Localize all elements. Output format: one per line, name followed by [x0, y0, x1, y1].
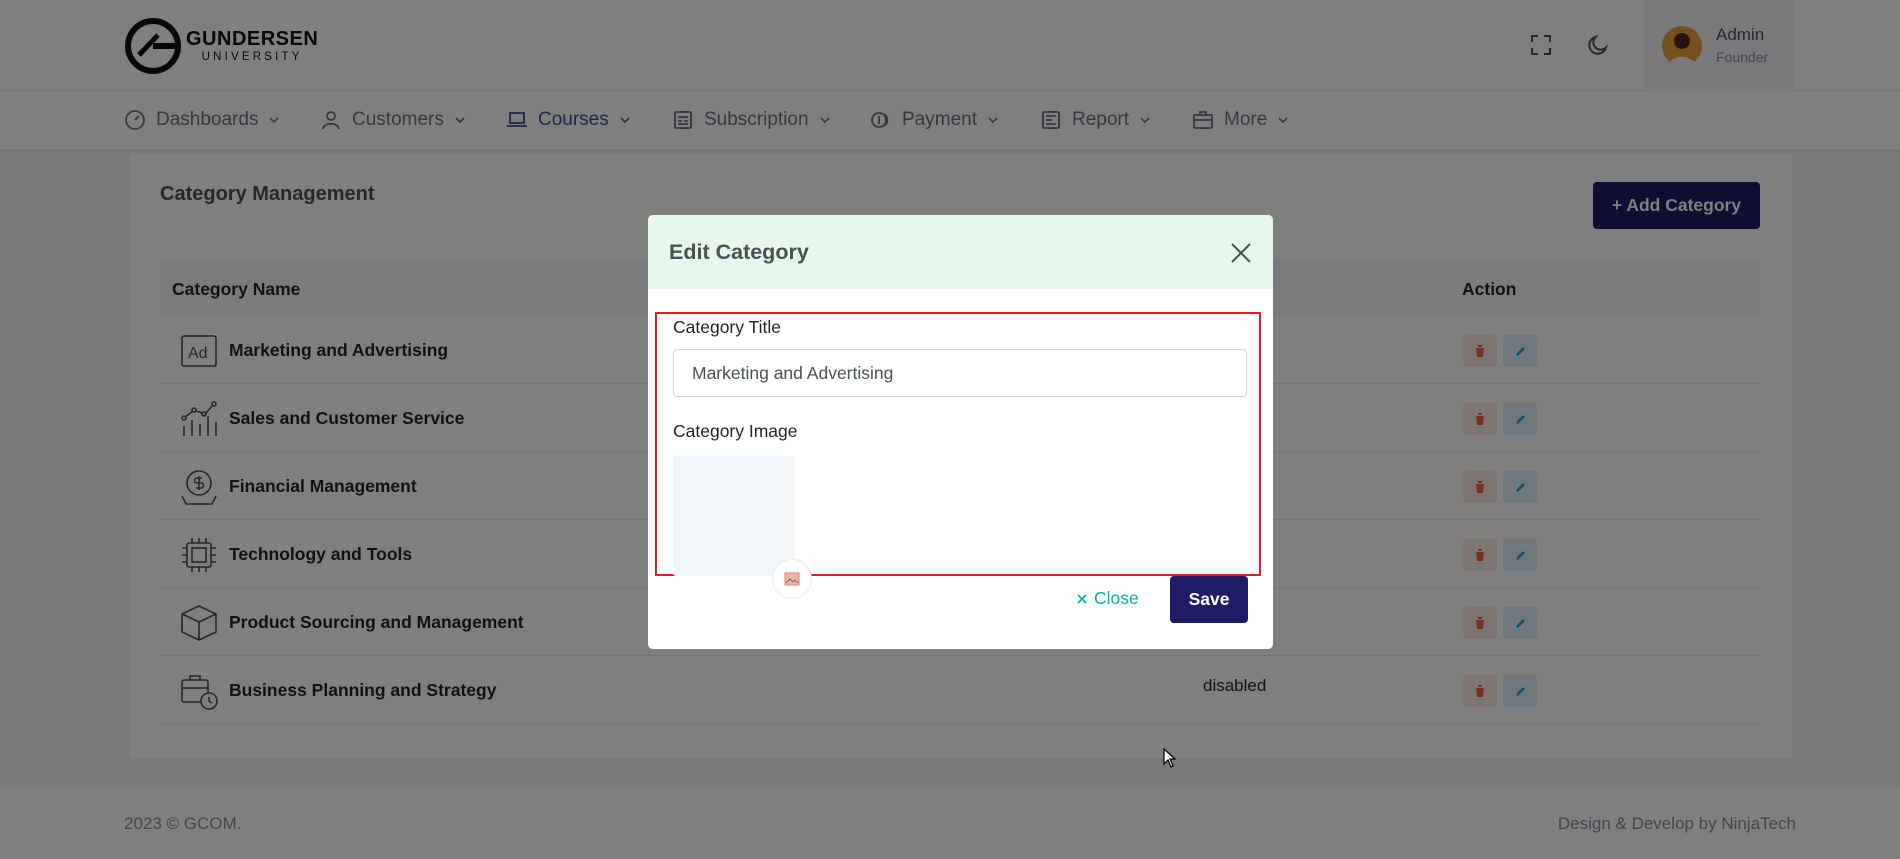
category-image-label: Category Image	[673, 421, 798, 441]
close-icon	[1231, 243, 1251, 263]
image-icon	[784, 572, 800, 586]
modal-header: Edit Category	[648, 215, 1273, 289]
modal-title: Edit Category	[669, 240, 809, 264]
close-label: Close	[1094, 588, 1139, 608]
category-image-preview[interactable]	[673, 456, 794, 576]
save-button[interactable]: Save	[1170, 576, 1248, 623]
edit-category-modal: Edit Category Category Title Category Im…	[648, 215, 1273, 649]
category-title-input[interactable]	[673, 349, 1247, 397]
category-title-label: Category Title	[673, 317, 781, 337]
image-upload-button[interactable]	[772, 559, 812, 599]
close-icon	[1077, 593, 1087, 604]
modal-close-link[interactable]: Close	[1076, 588, 1139, 609]
modal-close-button[interactable]	[1228, 240, 1254, 266]
mouse-cursor-icon	[1163, 748, 1177, 768]
